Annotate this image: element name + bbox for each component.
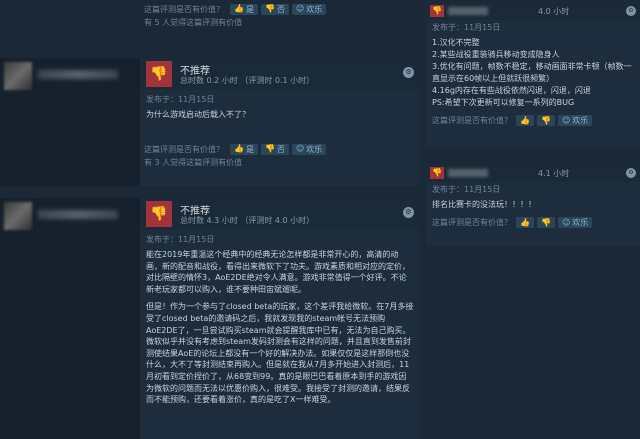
username[interactable] — [38, 210, 118, 219]
steam-icon: ⚙ — [626, 168, 636, 178]
review-header[interactable]: 👎 不推荐 总时数 0.2 小时 （评测时 0.1 小时） ⚙ — [140, 58, 420, 90]
helpful-question: 这篇评测是否有价值？ — [144, 144, 224, 154]
funny-face-icon: ☺ — [561, 217, 571, 227]
thumbs-down-icon: 👎 — [264, 4, 275, 13]
username[interactable] — [448, 7, 488, 15]
posted-date: 发布于：11月15日 — [432, 23, 501, 32]
side-review-column: 👎 4.0 小时 ⚙ 发布于：11月15日 1.汉化不完整 2.某些战役重装骑兵… — [426, 0, 640, 439]
username[interactable] — [448, 169, 488, 177]
no-label: 否 — [276, 144, 285, 154]
yes-button[interactable]: 👍 是 — [230, 143, 258, 155]
funny-label: 欢乐 — [572, 116, 589, 125]
helpful-bar: 这篇评测是否有价值？ 👍 是 👎 否 ☺ 欢乐 — [144, 2, 329, 16]
review-paragraph: 能在2019年重温这个经典中的经典无论怎样都是非常开心的，高清的动画，新的配音和… — [146, 250, 410, 294]
username[interactable] — [38, 70, 118, 79]
review-line: 排名比赛卡的没法玩！！！！ — [432, 200, 536, 209]
thumbs-down-icon: 👎 — [540, 217, 551, 227]
review-column: 这篇评测是否有价值？ 👍 是 👎 否 ☺ 欢乐 有 5 人觉得这篇评测有价值 👎 不推… — [0, 0, 420, 439]
hours-played: 4.0 小时 — [538, 7, 570, 16]
no-button[interactable]: 👎 — [536, 115, 555, 126]
helpful-question: 这篇评测是否有价值？ — [432, 218, 512, 227]
side-review-body: 排名比赛卡的没法玩！！！！ — [426, 195, 640, 211]
thumbs-up-icon: 👍 — [234, 4, 244, 13]
review-paragraph: 但是！作为一个参与了closed beta的玩家，这个差评我给微软。在7月多接受… — [146, 302, 414, 405]
steam-icon: ⚙ — [403, 207, 414, 218]
review-paragraph: 为什么游戏启动后载入不了？ — [146, 110, 250, 119]
funny-button[interactable]: ☺ 欢乐 — [291, 3, 327, 15]
posted-date: 发布于：11月15日 — [146, 235, 215, 244]
steam-icon: ⚙ — [626, 6, 636, 16]
posted-date: 发布于：11月15日 — [146, 95, 215, 104]
avatar[interactable] — [4, 62, 32, 90]
thumbs-down-icon: 👎 — [146, 201, 172, 227]
prev-review-footer: 这篇评测是否有价值？ 👍 是 👎 否 ☺ 欢乐 有 5 人觉得这篇评测有价值 — [144, 2, 329, 30]
side-review-header[interactable]: 👎 4.0 小时 ⚙ — [426, 2, 640, 20]
review-card: 👎 不推荐 总时数 4.3 小时 （评测时 4.0 小时） ⚙ 发布于：11月1… — [0, 198, 420, 439]
helpful-bar: 这篇评测是否有价值？ 👍 👎 ☺ 欢乐 — [426, 109, 640, 130]
funny-label: 欢乐 — [306, 144, 323, 154]
no-button[interactable]: 👎 否 — [260, 143, 289, 155]
funny-button[interactable]: ☺ 欢乐 — [557, 217, 593, 228]
found-helpful-count: 有 5 人觉得这篇评测有价值 — [144, 18, 243, 27]
review-card: 👎 不推荐 总时数 0.2 小时 （评测时 0.1 小时） ⚙ 发布于：11月1… — [0, 58, 420, 186]
helpful-question: 这篇评测是否有价值？ — [432, 116, 512, 125]
funny-face-icon: ☺ — [561, 115, 571, 125]
posted-date: 发布于：11月15日 — [432, 185, 501, 194]
no-label: 否 — [276, 4, 285, 14]
review-header[interactable]: 👎 不推荐 总时数 4.3 小时 （评测时 4.0 小时） ⚙ — [140, 198, 420, 230]
hours-played: 总时数 4.3 小时 （评测时 4.0 小时） — [180, 216, 315, 225]
yes-label: 是 — [245, 144, 254, 154]
funny-button[interactable]: ☺ 欢乐 — [557, 115, 593, 126]
helpful-question: 这篇评测是否有价值？ — [144, 4, 224, 14]
review-body: 为什么游戏启动后载入不了？ — [140, 105, 420, 121]
steam-icon: ⚙ — [403, 67, 414, 78]
funny-label: 欢乐 — [306, 4, 323, 14]
review-line: 2.某些战役重装骑兵移动变成隐身人 — [432, 50, 560, 59]
hours-played: 4.1 小时 — [538, 169, 570, 178]
helpful-bar: 这篇评测是否有价值？ 👍 是 👎 否 ☺ 欢乐 — [144, 142, 420, 156]
side-review-card: 👎 4.0 小时 ⚙ 发布于：11月15日 1.汉化不完整 2.某些战役重装骑兵… — [426, 2, 640, 148]
funny-face-icon: ☺ — [295, 144, 305, 153]
funny-label: 欢乐 — [572, 218, 589, 227]
thumbs-down-icon: 👎 — [264, 144, 275, 153]
side-review-card: 👎 4.1 小时 ⚙ 发布于：11月15日 排名比赛卡的没法玩！！！！ 这篇评测… — [426, 164, 640, 246]
review-main: 👎 不推荐 总时数 0.2 小时 （评测时 0.1 小时） ⚙ 发布于：11月1… — [140, 58, 420, 186]
review-line: 1.汉化不完整 — [432, 38, 480, 47]
yes-button[interactable]: 👍 是 — [230, 3, 258, 15]
thumbs-down-icon: 👎 — [540, 115, 551, 125]
review-body: 能在2019年重温这个经典中的经典无论怎样都是非常开心的，高清的动画，新的配音和… — [140, 245, 420, 406]
side-review-body: 1.汉化不完整 2.某些战役重装骑兵移动变成隐身人 3.优化有问题，帧数不稳定，… — [426, 33, 640, 109]
helpful-bar: 这篇评测是否有价值？ 👍 👎 ☺ 欢乐 — [426, 211, 640, 232]
review-line: 4.16g内存在有些战役依然闪退，闪退，闪退 — [432, 86, 591, 95]
yes-label: 是 — [245, 4, 254, 14]
yes-button[interactable]: 👍 — [516, 217, 534, 228]
avatar[interactable] — [4, 202, 32, 230]
hours-played: 总时数 0.2 小时 （评测时 0.1 小时） — [180, 76, 315, 85]
found-helpful-count: 有 3 人觉得这篇评测有价值 — [144, 158, 243, 167]
thumbs-down-icon: 👎 — [430, 5, 444, 17]
thumbs-down-icon: 👎 — [430, 167, 444, 179]
funny-button[interactable]: ☺ 欢乐 — [291, 143, 327, 155]
thumbs-up-icon: 👍 — [520, 115, 530, 125]
review-line: PS:希望下次更新可以修复一系列的BUG — [432, 98, 575, 107]
funny-face-icon: ☺ — [295, 4, 305, 13]
no-button[interactable]: 👎 否 — [260, 3, 289, 15]
side-review-header[interactable]: 👎 4.1 小时 ⚙ — [426, 164, 640, 182]
thumbs-up-icon: 👍 — [520, 217, 530, 227]
review-main: 👎 不推荐 总时数 4.3 小时 （评测时 4.0 小时） ⚙ 发布于：11月1… — [140, 198, 420, 439]
yes-button[interactable]: 👍 — [516, 115, 534, 126]
review-line: 3.优化有问题，帧数不稳定，移动画面非常卡顿（帧数一直显示在60帧以上但就跃很频… — [432, 62, 632, 83]
thumbs-down-icon: 👎 — [146, 61, 172, 87]
thumbs-up-icon: 👍 — [234, 144, 244, 153]
no-button[interactable]: 👎 — [536, 217, 555, 228]
